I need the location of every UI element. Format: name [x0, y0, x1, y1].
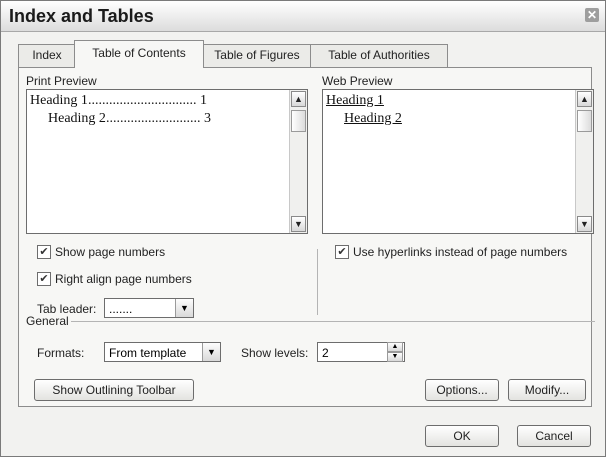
print-preview-label: Print Preview: [26, 74, 97, 88]
scroll-thumb[interactable]: [577, 110, 592, 132]
use-hyperlinks-checkbox[interactable]: ✔: [335, 245, 349, 259]
general-divider: [71, 321, 595, 322]
title-bar[interactable]: Index and Tables ✕: [1, 1, 605, 32]
close-icon[interactable]: ✕: [585, 8, 599, 22]
formats-label: Formats:: [37, 346, 85, 360]
tab-index[interactable]: Index: [18, 44, 76, 67]
formats-select[interactable]: From template ▼: [104, 342, 221, 362]
vertical-divider: [317, 249, 318, 315]
print-preview-scrollbar[interactable]: ▲ ▼: [289, 90, 307, 233]
web-preview-link[interactable]: Heading 1: [326, 93, 384, 109]
index-and-tables-dialog: Index and Tables ✕ Index Table of Conten…: [0, 0, 606, 457]
scroll-up-icon[interactable]: ▲: [577, 91, 592, 107]
print-preview-line: Heading 2........................... 3: [48, 111, 211, 126]
scroll-thumb[interactable]: [291, 110, 306, 132]
show-outlining-toolbar-button[interactable]: Show Outlining Toolbar: [34, 379, 194, 401]
scroll-down-icon[interactable]: ▼: [291, 216, 306, 232]
options-button[interactable]: Options...: [425, 379, 499, 401]
use-hyperlinks-label: Use hyperlinks instead of page numbers: [353, 245, 568, 259]
web-preview-box: Heading 1 Heading 2 ▲ ▼: [322, 89, 594, 234]
web-preview-link[interactable]: Heading 2: [344, 111, 402, 127]
cancel-button[interactable]: Cancel: [517, 425, 591, 447]
general-group-label: General: [26, 314, 69, 328]
show-levels-spinner[interactable]: ▲ ▼: [387, 342, 403, 362]
dialog-title: Index and Tables: [9, 6, 154, 26]
show-page-numbers-label: Show page numbers: [55, 245, 166, 259]
print-preview-line: Heading 1...............................…: [30, 93, 207, 108]
tab-table-of-authorities[interactable]: Table of Authorities: [310, 44, 448, 67]
show-page-numbers-checkbox[interactable]: ✔: [37, 245, 51, 259]
chevron-down-icon[interactable]: ▼: [202, 343, 220, 361]
right-align-checkbox[interactable]: ✔: [37, 272, 51, 286]
web-preview-label: Web Preview: [322, 74, 393, 88]
tab-table-of-figures[interactable]: Table of Figures: [203, 44, 311, 67]
spin-up-icon[interactable]: ▲: [387, 342, 403, 352]
scroll-down-icon[interactable]: ▼: [577, 216, 592, 232]
spin-down-icon[interactable]: ▼: [387, 352, 403, 362]
chevron-down-icon[interactable]: ▼: [175, 299, 193, 317]
print-preview-box: Heading 1...............................…: [26, 89, 308, 234]
tab-table-of-contents[interactable]: Table of Contents: [74, 40, 204, 68]
scroll-up-icon[interactable]: ▲: [291, 91, 306, 107]
ok-button[interactable]: OK: [425, 425, 499, 447]
modify-button[interactable]: Modify...: [508, 379, 586, 401]
web-preview-scrollbar[interactable]: ▲ ▼: [575, 90, 593, 233]
show-levels-label: Show levels:: [241, 346, 309, 360]
tab-leader-select[interactable]: ....... ▼: [104, 298, 194, 318]
right-align-label: Right align page numbers: [55, 272, 192, 286]
